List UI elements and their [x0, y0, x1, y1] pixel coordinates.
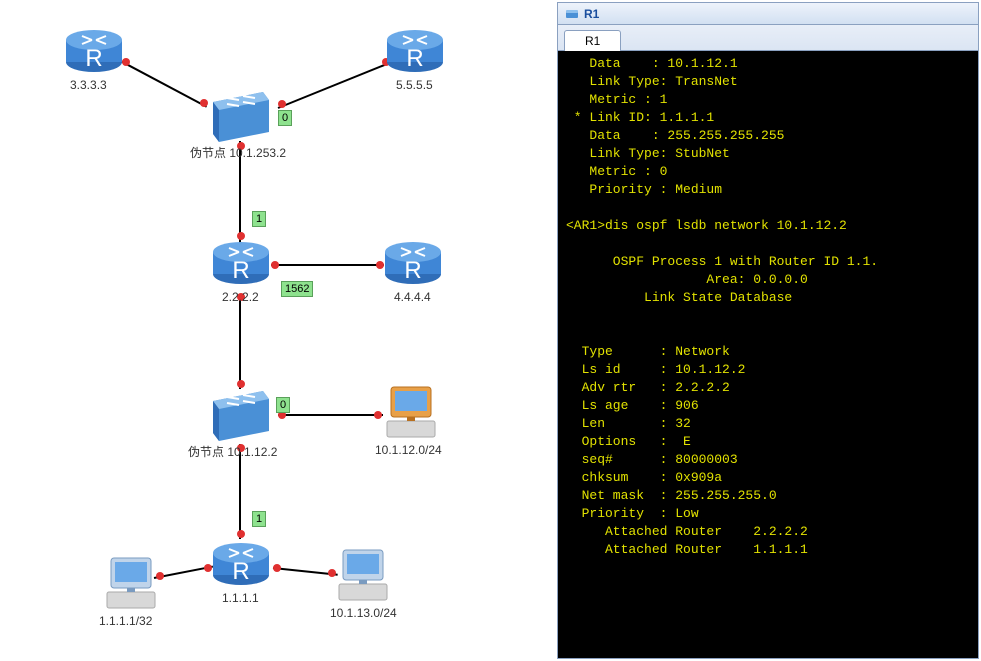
switch-icon[interactable]: [205, 86, 277, 142]
router-label: 4.4.4.4: [394, 290, 431, 304]
switch-label: 伪节点 10.1.253.2: [190, 144, 286, 161]
link-endpoint-dot: [273, 564, 281, 572]
link-endpoint-dot: [271, 261, 279, 269]
pc-icon[interactable]: [101, 554, 161, 612]
pc-icon[interactable]: [381, 383, 441, 441]
pc-label: 10.1.13.0/24: [330, 606, 397, 620]
link-endpoint-dot: [237, 530, 245, 538]
link-cost-badge: 1562: [281, 281, 313, 297]
terminal-output[interactable]: Data : 10.1.12.1 Link Type: TransNet Met…: [558, 51, 978, 658]
pc-label: 1.1.1.1/32: [99, 614, 152, 628]
router-icon[interactable]: R: [383, 238, 443, 286]
router-label: 2.2.2.2: [222, 290, 259, 304]
link: [278, 59, 397, 109]
tab-r1[interactable]: R1: [564, 30, 621, 51]
topology-canvas[interactable]: R 3.3.3.3 R 5.5.5.5 R 2.2.2.2 R 4.4.4.4 …: [0, 0, 500, 661]
router-icon[interactable]: R: [211, 539, 271, 587]
link-cost-badge: 1: [252, 511, 266, 527]
link-endpoint-dot: [278, 100, 286, 108]
link: [239, 294, 241, 389]
pc-label: 10.1.12.0/24: [375, 443, 442, 457]
router-icon[interactable]: R: [385, 26, 445, 74]
link-cost-badge: 0: [276, 397, 290, 413]
tabbar: R1: [558, 25, 978, 51]
svg-text:R: R: [232, 257, 249, 284]
link-cost-badge: 0: [278, 110, 292, 126]
link-cost-badge: 1: [252, 211, 266, 227]
router-icon[interactable]: R: [211, 238, 271, 286]
svg-text:R: R: [406, 45, 423, 72]
link: [278, 414, 383, 416]
router-label: 1.1.1.1: [222, 591, 259, 605]
router-icon[interactable]: R: [64, 26, 124, 74]
pc-icon[interactable]: [333, 546, 393, 604]
router-label: 3.3.3.3: [70, 78, 107, 92]
window-icon: [564, 6, 580, 22]
window-title: R1: [584, 7, 599, 21]
svg-text:R: R: [404, 257, 421, 284]
titlebar[interactable]: R1: [558, 3, 978, 25]
link: [271, 264, 384, 266]
terminal-window: R1 R1 Data : 10.1.12.1 Link Type: TransN…: [557, 2, 979, 659]
switch-icon[interactable]: [205, 385, 277, 441]
switch-label: 伪节点 10.1.12.2: [188, 443, 277, 460]
svg-text:R: R: [85, 45, 102, 72]
router-label: 5.5.5.5: [396, 78, 433, 92]
svg-text:R: R: [232, 558, 249, 585]
